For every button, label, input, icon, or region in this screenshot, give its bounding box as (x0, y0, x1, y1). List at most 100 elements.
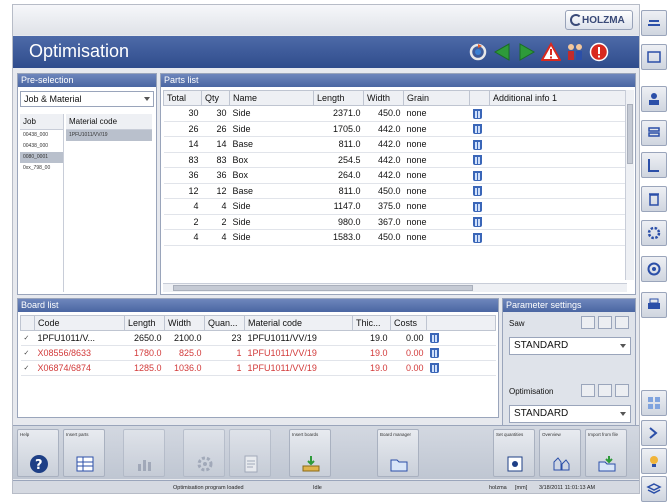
toolbar-button-bin[interactable] (641, 186, 667, 212)
cell-width[interactable]: 825.0 (164, 345, 205, 361)
cell-delete[interactable] (469, 121, 490, 137)
toolbar-button-grid[interactable] (641, 390, 667, 416)
chart-button[interactable] (123, 429, 165, 477)
overview-button[interactable]: Overview (539, 429, 581, 477)
cell-length[interactable]: 1780.0 (124, 345, 165, 361)
cell-length[interactable]: 264.0 (313, 167, 364, 184)
cell-additional-info[interactable] (489, 121, 627, 137)
saw-edit-button[interactable] (598, 316, 612, 329)
parts-row[interactable]: 12 12 Base 811.0 450.0 none (163, 183, 627, 199)
cell-total[interactable]: 30 (163, 105, 202, 122)
cell-width[interactable]: 450.0 (363, 105, 404, 122)
scroll-thumb[interactable] (173, 285, 473, 291)
delete-bin-icon[interactable] (472, 124, 482, 135)
cell-delete[interactable] (469, 167, 490, 184)
board-row-check[interactable]: ✓ (20, 330, 35, 346)
cell-qty[interactable]: 36 (201, 167, 230, 184)
board-row[interactable]: ✓ X08556/8633 1780.0 825.0 1 1PFU1011/VV/19 19… (20, 345, 496, 361)
delete-bin-icon[interactable] (429, 363, 439, 374)
cell-code[interactable]: 1PFU1011/V... (34, 330, 125, 346)
cell-qty[interactable]: 26 (201, 121, 230, 137)
toolbar-button-clamp[interactable] (641, 152, 667, 178)
cell-grain[interactable]: none (403, 167, 470, 184)
toolbar-button-layers[interactable] (641, 476, 667, 502)
cell-qty[interactable]: 4 (201, 229, 230, 246)
col-qty[interactable]: Qty (201, 90, 230, 106)
saw-settings-button[interactable] (615, 316, 629, 329)
cell-qty[interactable]: 14 (201, 136, 230, 153)
job-list[interactable]: Job 00438_000 00438_000 0080_0001 0xx_79… (20, 114, 64, 292)
col-code[interactable]: Code (34, 315, 125, 331)
cell-width[interactable]: 367.0 (363, 214, 404, 230)
cell-width[interactable]: 442.0 (363, 152, 404, 168)
cell-name[interactable]: Base (229, 183, 314, 199)
stop-icon[interactable] (589, 42, 609, 62)
cell-additional-info[interactable] (489, 167, 627, 184)
board-row-check[interactable]: ✓ (20, 360, 35, 376)
toolbar-button-gear[interactable] (641, 220, 667, 246)
parts-row[interactable]: 2 2 Side 980.0 367.0 none (163, 214, 627, 230)
cell-width[interactable]: 450.0 (363, 183, 404, 199)
delete-bin-icon[interactable] (472, 155, 482, 166)
cell-thickness[interactable]: 19.0 (352, 360, 391, 376)
warning-icon[interactable] (541, 42, 561, 62)
cell-additional-info[interactable] (489, 105, 627, 122)
parts-row[interactable]: 36 36 Box 264.0 442.0 none (163, 167, 627, 184)
cell-delete[interactable] (469, 183, 490, 199)
cell-delete[interactable] (469, 229, 490, 246)
cell-total[interactable]: 12 (163, 183, 202, 199)
cell-length[interactable]: 1583.0 (313, 229, 364, 246)
cell-width[interactable]: 450.0 (363, 229, 404, 246)
col-board-delete[interactable] (426, 315, 496, 331)
material-list[interactable]: Material code 1PFU1011/VV/19 (66, 114, 152, 292)
delete-bin-icon[interactable] (429, 348, 439, 359)
cell-width[interactable]: 1036.0 (164, 360, 205, 376)
cell-material[interactable]: 1PFU1011/VV/19 (244, 345, 353, 361)
toolbar-button-user[interactable] (641, 86, 667, 112)
cell-grain[interactable]: none (403, 229, 470, 246)
cell-board-delete[interactable] (426, 330, 496, 346)
cell-costs[interactable]: 0.00 (390, 330, 427, 346)
insert-boards-button[interactable]: Insert boards (289, 429, 331, 477)
cell-delete[interactable] (469, 136, 490, 153)
cell-delete[interactable] (469, 152, 490, 168)
cell-total[interactable]: 2 (163, 214, 202, 230)
cell-total[interactable]: 4 (163, 229, 202, 246)
material-item[interactable]: 1PFU1011/VV/19 (66, 130, 152, 141)
col-length[interactable]: Length (313, 90, 364, 106)
cell-costs[interactable]: 0.00 (390, 360, 427, 376)
delete-bin-icon[interactable] (472, 139, 482, 150)
delete-bin-icon[interactable] (472, 108, 482, 119)
job-item-selected[interactable]: 0080_0001 (20, 152, 63, 163)
cell-additional-info[interactable] (489, 136, 627, 153)
cell-total[interactable]: 14 (163, 136, 202, 153)
board-table[interactable]: Code Length Width Quan... Material code … (20, 315, 496, 376)
cell-grain[interactable]: none (403, 214, 470, 230)
job-item[interactable]: 00438_000 (20, 130, 63, 141)
cell-costs[interactable]: 0.00 (390, 345, 427, 361)
cell-thickness[interactable]: 19.0 (352, 330, 391, 346)
delete-bin-icon[interactable] (472, 232, 482, 243)
cell-grain[interactable]: none (403, 136, 470, 153)
scroll-thumb[interactable] (627, 104, 633, 164)
cell-code[interactable]: X08556/8633 (34, 345, 125, 361)
saw-new-button[interactable] (581, 316, 595, 329)
cell-additional-info[interactable] (489, 214, 627, 230)
cell-thickness[interactable]: 19.0 (352, 345, 391, 361)
col-grain[interactable]: Grain (403, 90, 470, 106)
col-additional-info[interactable]: Additional info 1 (489, 90, 627, 106)
toolbar-button-stack[interactable] (641, 120, 667, 146)
toolbar-button-boards[interactable] (641, 44, 667, 70)
parts-row[interactable]: 30 30 Side 2371.0 450.0 none (163, 105, 627, 122)
cell-name[interactable]: Side (229, 105, 314, 122)
cell-additional-info[interactable] (489, 198, 627, 215)
forward-arrow-icon[interactable] (516, 42, 536, 62)
cell-total[interactable]: 26 (163, 121, 202, 137)
cell-length[interactable]: 811.0 (313, 183, 364, 199)
opt-new-button[interactable] (581, 384, 595, 397)
delete-bin-icon[interactable] (472, 217, 482, 228)
delete-bin-icon[interactable] (472, 186, 482, 197)
delete-bin-icon[interactable] (429, 333, 439, 344)
cell-length[interactable]: 1285.0 (124, 360, 165, 376)
cell-length[interactable]: 1705.0 (313, 121, 364, 137)
